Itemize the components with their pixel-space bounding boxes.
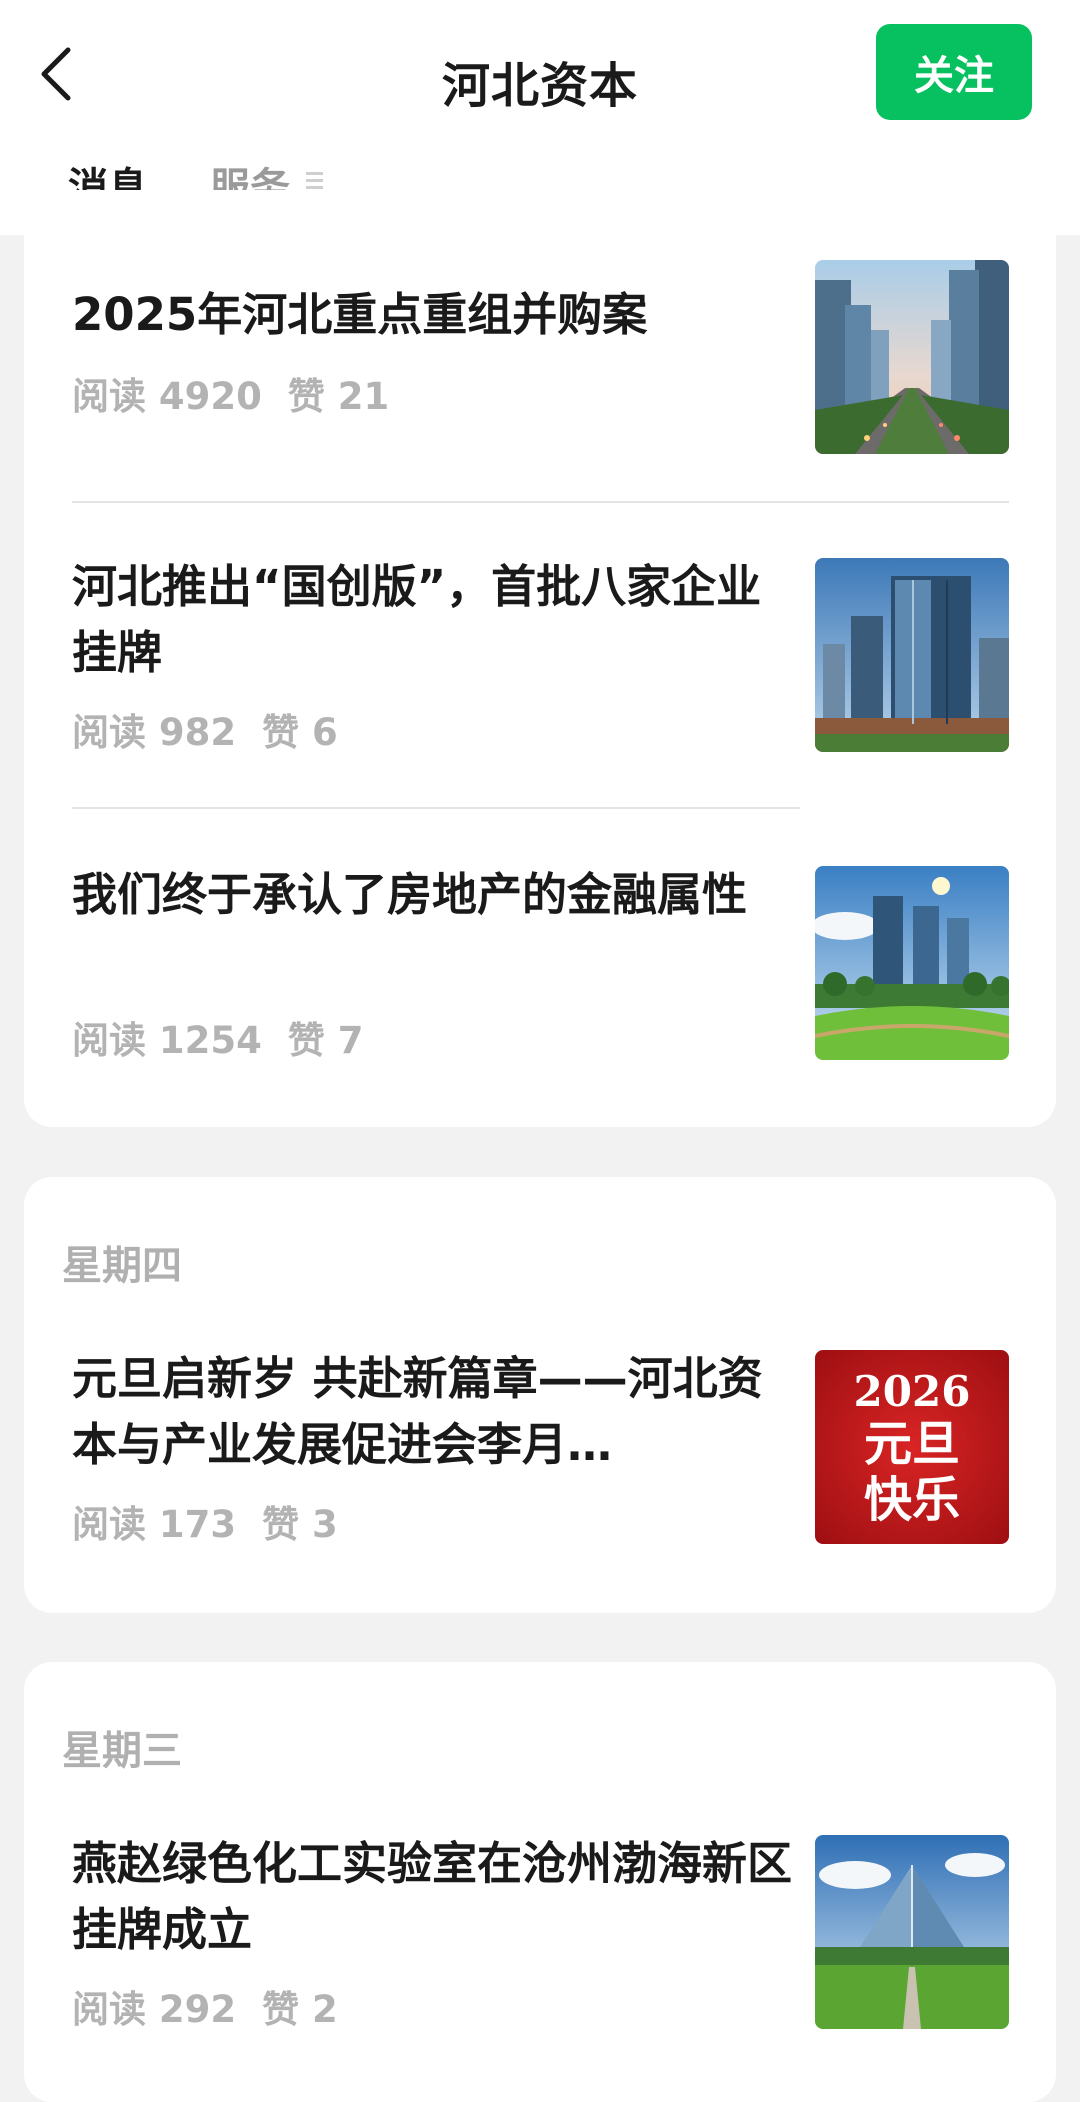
article-stats: 阅读 1254 赞 7 (72, 1010, 364, 1064)
menu-icon[interactable] (305, 169, 325, 191)
thumb-caption-text: 元旦 (864, 1416, 960, 1472)
top-bar: 河北资本 关注 (0, 0, 1080, 155)
article-title: 2025年河北重点重组并购案 (72, 288, 648, 341)
article-stats: 阅读 982 赞 6 (72, 702, 338, 756)
divider (72, 501, 1009, 503)
day-label: 星期四 (62, 1243, 182, 1289)
article-stats: 阅读 292 赞 2 (72, 1979, 338, 2033)
like-count: 赞 7 (287, 1019, 364, 1062)
article-title: 燕赵绿色化工实验室在沧州渤海新区挂牌成立 (72, 1837, 793, 1956)
read-count: 阅读 982 (72, 711, 237, 754)
article-item[interactable]: 燕赵绿色化工实验室在沧州渤海新区挂牌成立 阅读 292 赞 2 (24, 1835, 1056, 2031)
read-count: 阅读 292 (72, 1988, 237, 2031)
thumb-year-text: 2026 (854, 1367, 971, 1416)
read-count: 阅读 1254 (72, 1019, 262, 1062)
like-count: 赞 21 (287, 375, 390, 418)
article-thumbnail: 2026 元旦 快乐 (815, 1350, 1009, 1544)
article-thumbnail (815, 558, 1009, 752)
article-title: 元旦启新岁 共赴新篇章——河北资本与产业发展促进会李月… (72, 1352, 763, 1471)
article-title: 河北推出“国创版”，首批八家企业挂牌 (72, 560, 762, 679)
article-stats: 阅读 173 赞 3 (72, 1494, 338, 1548)
article-stats: 阅读 4920 赞 21 (72, 366, 389, 420)
article-thumbnail (815, 260, 1009, 454)
thumb-caption-text: 快乐 (864, 1472, 960, 1528)
like-count: 赞 3 (262, 1503, 338, 1546)
article-item[interactable]: 河北推出“国创版”，首批八家企业挂牌 阅读 982 赞 6 (24, 558, 1056, 754)
day-label: 星期三 (62, 1728, 182, 1774)
article-thumbnail (815, 1835, 1009, 2029)
article-item[interactable]: 2025年河北重点重组并购案 阅读 4920 赞 21 (24, 260, 1056, 454)
like-count: 赞 6 (262, 711, 338, 754)
message-group-card: 2025年河北重点重组并购案 阅读 4920 赞 21 河北推出“国创版”，首批… (24, 190, 1056, 1127)
read-count: 阅读 4920 (72, 375, 262, 418)
article-item[interactable]: 元旦启新岁 共赴新篇章——河北资本与产业发展促进会李月… 阅读 173 赞 3 2… (24, 1350, 1056, 1546)
follow-button[interactable]: 关注 (876, 24, 1032, 120)
article-title: 我们终于承认了房地产的金融属性 (72, 868, 748, 921)
read-count: 阅读 173 (72, 1503, 237, 1546)
article-item[interactable]: 我们终于承认了房地产的金融属性 阅读 1254 赞 7 (24, 866, 1056, 1062)
divider (72, 807, 800, 809)
message-group-card: 星期四 元旦启新岁 共赴新篇章——河北资本与产业发展促进会李月… 阅读 173 赞… (24, 1177, 1056, 1613)
like-count: 赞 2 (262, 1988, 338, 2031)
article-thumbnail (815, 866, 1009, 1060)
message-group-card: 星期三 燕赵绿色化工实验室在沧州渤海新区挂牌成立 阅读 292 赞 2 (24, 1662, 1056, 2102)
